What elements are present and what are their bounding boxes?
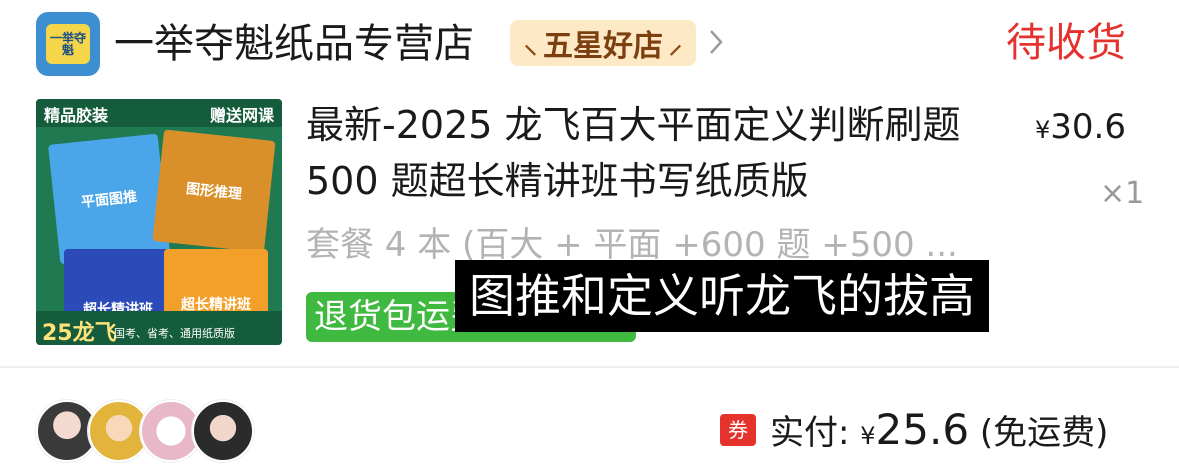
laurel-right-icon: ⸝ (669, 30, 683, 60)
price-currency: ¥ (1035, 116, 1051, 144)
laurel-left-icon: ⸜ (523, 30, 537, 60)
book-cover-1: 平面图推 (48, 133, 170, 265)
coupon-icon: 券 (720, 414, 756, 446)
five-star-store-badge[interactable]: ⸜ 五星好店 ⸝ (510, 20, 696, 66)
book-cover-2: 图形推理 (152, 129, 276, 253)
thumbnail-top-right-label: 赠送网课 (209, 106, 274, 125)
product-price: ¥30.6 (1035, 105, 1126, 152)
payment-amount: 25.6 (875, 405, 970, 454)
subtitle-overlay: 图推和定义听龙飞的拔高 (455, 260, 989, 332)
payment-label: 实付: (770, 413, 861, 453)
thumbnail-top-bar: 精品胶装 赠送网课 (36, 99, 282, 127)
avatar[interactable] (192, 400, 254, 462)
payment-note: (免运费) (969, 413, 1109, 453)
order-status: 待收货 (1006, 20, 1126, 66)
store-logo[interactable]: 一举夺魁 (36, 12, 100, 76)
badge-label: 五星好店 (543, 29, 663, 64)
actual-payment: 实付: ¥25.6 (免运费) (770, 404, 1108, 462)
thumbnail-bottom-title: 25龙飞 (42, 321, 117, 345)
chevron-right-icon[interactable] (708, 28, 724, 56)
store-name[interactable]: 一举夺魁纸品专营店 (114, 20, 474, 68)
product-title[interactable]: 最新-2025 龙飞百大平面定义判断刷题 500 题超长精讲班书写纸质版 (306, 97, 1006, 209)
price-value: 30.6 (1050, 107, 1126, 147)
thumbnail-bottom-caption: 国考、省考、通用纸质版 (114, 327, 235, 340)
store-logo-text: 一举夺魁 (46, 24, 90, 64)
product-thumbnail[interactable]: 精品胶装 赠送网课 平面图推 图形推理 超长精讲班 超长精讲班 25龙飞 国考、… (36, 99, 282, 345)
thumbnail-bottom-bar: 25龙飞 国考、省考、通用纸质版 (36, 311, 282, 345)
divider (0, 366, 1179, 368)
product-quantity: ×1 (1100, 176, 1145, 211)
thumbnail-top-left-label: 精品胶装 (44, 106, 109, 125)
payment-currency: ¥ (860, 422, 876, 450)
